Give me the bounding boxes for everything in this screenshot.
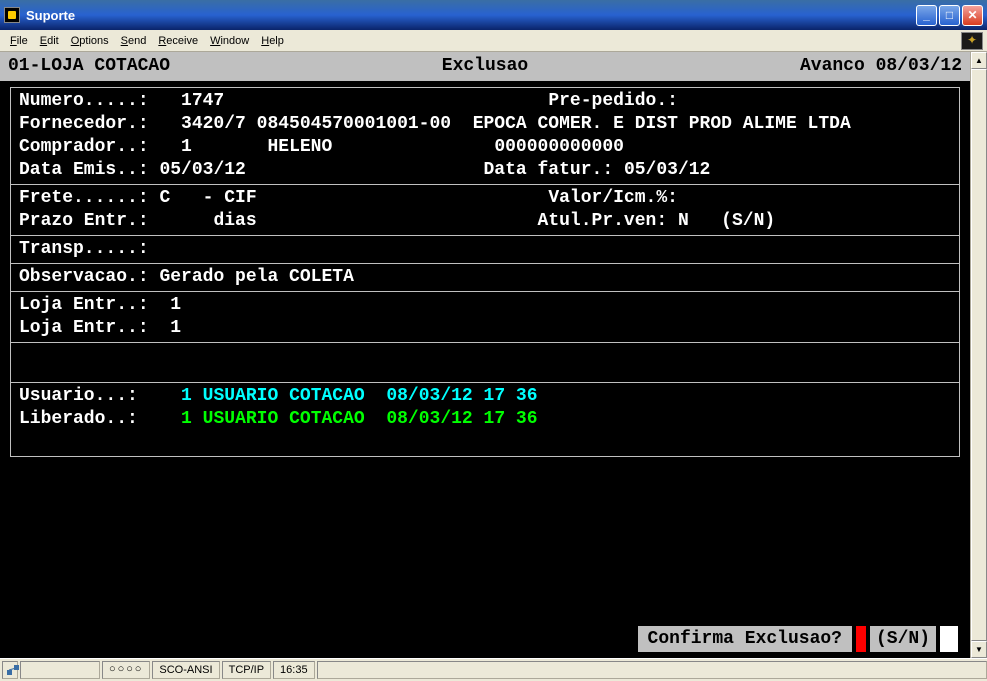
menu-send[interactable]: Send bbox=[115, 33, 153, 49]
scroll-thumb[interactable] bbox=[971, 69, 987, 641]
app-logo-icon bbox=[961, 32, 983, 50]
section-transport: Transp.....: bbox=[11, 236, 959, 264]
section-observation: Observacao.: Gerado pela COLETA bbox=[11, 264, 959, 292]
numero-value: 1747 bbox=[181, 91, 224, 111]
section-user: Usuario...: 1 USUARIO COTACAO 08/03/12 1… bbox=[11, 383, 959, 456]
loja2-value: 1 bbox=[170, 318, 181, 338]
fornecedor-name: EPOCA COMER. E DIST PROD ALIME LTDA bbox=[473, 114, 851, 134]
prazo-value: dias bbox=[213, 211, 256, 231]
usuario-name: USUARIO COTACAO bbox=[203, 386, 365, 406]
prepedido-label: Pre-pedido.: bbox=[548, 91, 678, 111]
liberado-num: 1 bbox=[181, 409, 192, 429]
close-button[interactable]: ✕ bbox=[962, 5, 983, 26]
section-shipping: Frete......: C - CIF Valor/Icm.%: Prazo … bbox=[11, 185, 959, 236]
terminal-frame: Numero.....: 1747 Pre-pedido.: Fornecedo… bbox=[10, 87, 960, 457]
loja1-value: 1 bbox=[170, 295, 181, 315]
terminal-header: 01-LOJA COTACAO Exclusao Avanco 08/03/12 bbox=[0, 52, 970, 81]
scroll-track[interactable] bbox=[971, 69, 987, 641]
menu-window[interactable]: Window bbox=[204, 33, 255, 49]
atulpr-label: Atul.Pr.ven: bbox=[538, 211, 668, 231]
datafatur-label: Data fatur.: bbox=[484, 160, 614, 180]
confirm-input[interactable] bbox=[940, 626, 958, 652]
valoricm-label: Valor/Icm.%: bbox=[548, 188, 678, 208]
obs-label: Observacao.: bbox=[19, 267, 149, 287]
section-empty bbox=[11, 343, 959, 383]
terminal-screen: 01-LOJA COTACAO Exclusao Avanco 08/03/12… bbox=[0, 52, 970, 658]
status-bar: ○○○○ SCO-ANSI TCP/IP 16:35 bbox=[0, 658, 987, 680]
usuario-label: Usuario...: bbox=[19, 386, 138, 406]
status-indicators: ○○○○ bbox=[102, 661, 150, 679]
status-time: 16:35 bbox=[273, 661, 315, 679]
menu-bar: File Edit Options Send Receive Window He… bbox=[0, 30, 987, 52]
frete-label: Frete......: bbox=[19, 188, 149, 208]
scroll-down-button[interactable]: ▼ bbox=[971, 641, 987, 658]
status-connection-icon bbox=[2, 661, 18, 679]
menu-help[interactable]: Help bbox=[255, 33, 290, 49]
comprador-num: 1 bbox=[181, 137, 192, 157]
obs-value: Gerado pela COLETA bbox=[159, 267, 353, 287]
liberado-label: Liberado..: bbox=[19, 409, 138, 429]
comprador-label: Comprador..: bbox=[19, 137, 149, 157]
menu-receive[interactable]: Receive bbox=[152, 33, 204, 49]
confirm-sn-label: (S/N) bbox=[870, 626, 936, 653]
confirm-prompt: Confirma Exclusao? (S/N) bbox=[638, 626, 958, 653]
scroll-up-button[interactable]: ▲ bbox=[971, 52, 987, 69]
fornecedor-label: Fornecedor.: bbox=[19, 114, 149, 134]
comprador-code: 000000000000 bbox=[494, 137, 624, 157]
window-titlebar: Suporte _ □ ✕ bbox=[0, 0, 987, 30]
window-title: Suporte bbox=[26, 8, 916, 23]
status-cell-filler bbox=[317, 661, 987, 679]
status-cell-empty bbox=[20, 661, 100, 679]
app-icon bbox=[4, 7, 20, 23]
liberado-datetime: 08/03/12 17 36 bbox=[386, 409, 537, 429]
vertical-scrollbar[interactable]: ▲ ▼ bbox=[970, 52, 987, 658]
fornecedor-code: 3420/7 084504570001001-00 bbox=[181, 114, 451, 134]
status-protocol: SCO-ANSI bbox=[152, 661, 219, 679]
confirm-cursor-indicator bbox=[856, 626, 866, 652]
minimize-button[interactable]: _ bbox=[916, 5, 937, 26]
frete-value: C - CIF bbox=[159, 188, 256, 208]
dataemis-value: 05/03/12 bbox=[159, 160, 245, 180]
section-loja: Loja Entr..: 1 Loja Entr..: 1 bbox=[11, 292, 959, 343]
loja1-label: Loja Entr..: bbox=[19, 295, 149, 315]
numero-label: Numero.....: bbox=[19, 91, 149, 111]
menu-edit[interactable]: Edit bbox=[34, 33, 65, 49]
liberado-name: USUARIO COTACAO bbox=[203, 409, 365, 429]
transp-label: Transp.....: bbox=[19, 239, 149, 259]
maximize-button[interactable]: □ bbox=[939, 5, 960, 26]
comprador-name: HELENO bbox=[267, 137, 332, 157]
screen-id: 01-LOJA COTACAO bbox=[8, 55, 170, 78]
screen-date: Avanco 08/03/12 bbox=[800, 55, 962, 78]
confirm-text: Confirma Exclusao? bbox=[638, 626, 852, 653]
menu-file[interactable]: File bbox=[4, 33, 34, 49]
section-order-info: Numero.....: 1747 Pre-pedido.: Fornecedo… bbox=[11, 88, 959, 185]
atulpr-value: N (S/N) bbox=[678, 211, 775, 231]
usuario-datetime: 08/03/12 17 36 bbox=[386, 386, 537, 406]
screen-mode: Exclusao bbox=[170, 55, 800, 78]
menu-options[interactable]: Options bbox=[65, 33, 115, 49]
status-connection: TCP/IP bbox=[222, 661, 271, 679]
dataemis-label: Data Emis..: bbox=[19, 160, 149, 180]
usuario-num: 1 bbox=[181, 386, 192, 406]
loja2-label: Loja Entr..: bbox=[19, 318, 149, 338]
prazo-label: Prazo Entr.: bbox=[19, 211, 149, 231]
datafatur-value: 05/03/12 bbox=[624, 160, 710, 180]
